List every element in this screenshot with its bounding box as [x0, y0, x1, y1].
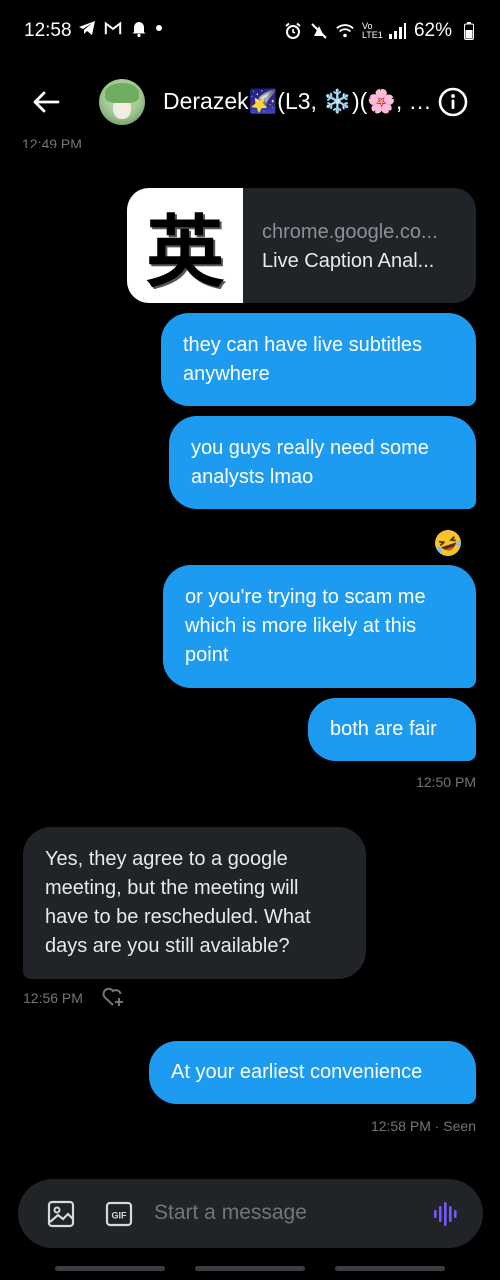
message-text: At your earliest convenience	[171, 1061, 423, 1083]
gif-icon: GIF	[105, 1201, 133, 1227]
status-notification-icons	[78, 19, 162, 37]
conversation-header: Derazek🌠(L3, ❄️)(🌸, …	[0, 70, 500, 134]
message-bubble-incoming[interactable]: Yes, they agree to a google meeting, but…	[23, 827, 366, 979]
message-bubble-outgoing[interactable]: At your earliest convenience	[149, 1041, 476, 1104]
media-button[interactable]	[47, 1200, 75, 1228]
message-text: they can have live subtitles anywhere	[183, 333, 423, 385]
more-notifications-dot-icon	[156, 25, 162, 31]
heart-plus-icon	[102, 987, 123, 1006]
message-bubble-outgoing[interactable]: both are fair	[308, 698, 476, 761]
info-icon	[438, 87, 468, 117]
message-timestamp: 12:50 PM	[416, 774, 476, 790]
message-bubble-outgoing[interactable]: or you're trying to scam me which is mor…	[163, 565, 476, 688]
back-button[interactable]	[26, 84, 66, 120]
message-input[interactable]: Start a message	[154, 1201, 307, 1225]
message-text: or you're trying to scam me which is mor…	[185, 586, 426, 666]
network-label: Vo LTE1	[361, 21, 383, 40]
arrow-left-icon	[33, 91, 60, 113]
info-button[interactable]	[438, 87, 468, 117]
link-preview-card[interactable]: 英 chrome.google.co... Live Caption Anal.…	[127, 188, 476, 303]
voice-message-button[interactable]	[432, 1200, 460, 1228]
image-icon	[47, 1200, 75, 1228]
voice-waveform-icon	[434, 1202, 457, 1226]
bell-icon	[130, 19, 148, 37]
message-bubble-outgoing[interactable]: you guys really need some analysts lmao	[169, 416, 476, 509]
message-timestamp: 12:56 PM	[23, 990, 83, 1006]
conversation-title[interactable]: Derazek🌠(L3, ❄️)(🌸, …	[163, 88, 435, 115]
laughing-reaction-icon[interactable]	[433, 528, 463, 558]
battery-percent: 62%	[413, 20, 452, 41]
signal-icon	[388, 22, 406, 40]
avatar[interactable]	[99, 79, 145, 125]
message-text: both are fair	[330, 718, 437, 740]
status-bar: 12:58 Vo LTE1 62%	[0, 0, 500, 62]
message-bubble-outgoing[interactable]: they can have live subtitles anywhere	[161, 313, 476, 406]
alarm-icon	[284, 22, 302, 40]
nav-home-handle[interactable]	[195, 1266, 305, 1271]
message-status: 12:58 PM · Seen	[370, 1118, 476, 1134]
status-time: 12:58	[24, 20, 72, 41]
svg-text:GIF: GIF	[112, 1211, 128, 1221]
link-thumbnail: 英	[127, 188, 243, 303]
add-reaction-button[interactable]	[101, 985, 125, 1009]
system-navigation-bar	[0, 1266, 500, 1272]
message-text: Yes, they agree to a google meeting, but…	[45, 848, 311, 957]
gif-button[interactable]: GIF	[105, 1200, 133, 1228]
message-composer: GIF Start a message	[18, 1179, 483, 1248]
message-text: you guys really need some analysts lmao	[191, 436, 429, 488]
battery-icon	[460, 22, 478, 40]
link-domain: chrome.google.co...	[262, 221, 438, 243]
mute-icon	[310, 22, 328, 40]
message-timestamp: 12:49 PM	[22, 136, 82, 148]
nav-recents-handle[interactable]	[55, 1266, 165, 1271]
wifi-icon	[336, 22, 354, 40]
link-title: Live Caption Anal...	[262, 250, 435, 272]
telegram-icon	[78, 19, 96, 37]
nav-back-handle[interactable]	[335, 1266, 445, 1271]
status-system-icons: Vo LTE1 62%	[284, 20, 478, 42]
gmail-icon	[104, 19, 122, 37]
